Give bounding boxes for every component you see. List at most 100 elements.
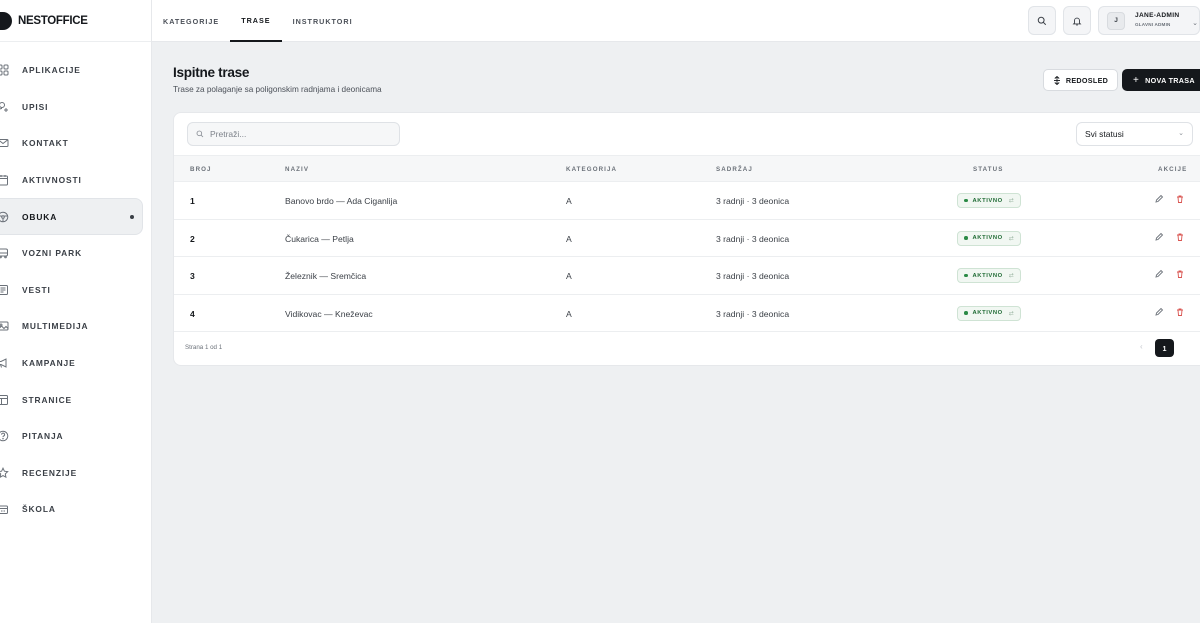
toggle-icon: ⇄ [1008, 198, 1015, 204]
user-role: GLAVNI ADMIN [1135, 22, 1171, 27]
bell-icon [1072, 17, 1082, 25]
row-name[interactable]: Banovo brdo — Ada Ciganlija [285, 196, 397, 206]
status-filter-select[interactable]: Svi statusi ⌄ [1076, 122, 1193, 146]
status-label: AKTIVNO [972, 310, 1003, 316]
sidebar: NESTOFFICE APLIKACIJE UPISI KONTAKT AKTI… [0, 0, 152, 623]
notifications-button[interactable] [1063, 6, 1091, 35]
user-menu[interactable]: J JANE-ADMIN GLAVNI ADMIN ⌄ [1098, 6, 1200, 35]
status-badge[interactable]: AKTIVNO ⇄ [957, 305, 1021, 321]
sidebar-item-kampanje[interactable]: KAMPANJE [0, 345, 143, 382]
routes-card: Svi statusi ⌄ BROJ NAZIV KATEGORIJA SADR… [173, 112, 1200, 366]
sidebar-item-label: VESTI [22, 284, 51, 295]
sidebar-item-aplikacije[interactable]: APLIKACIJE [0, 52, 143, 89]
sidebar-item-skola[interactable]: ŠKOLA [0, 491, 143, 528]
column-header-sadrzaj[interactable]: SADRŽAJ [716, 166, 753, 173]
sidebar-item-label: PITANJA [22, 431, 64, 442]
delete-trash-icon[interactable] [1175, 194, 1185, 204]
delete-trash-icon[interactable] [1175, 307, 1185, 317]
status-badge[interactable]: AKTIVNO ⇄ [957, 230, 1021, 246]
sidebar-item-recenzije[interactable]: RECENZIJE [0, 455, 143, 492]
topbar-actions: J JANE-ADMIN GLAVNI ADMIN ⌄ [1028, 6, 1200, 35]
chevron-left-icon[interactable]: ‹ [1140, 342, 1143, 351]
sidebar-item-upisi[interactable]: UPISI [0, 89, 143, 126]
sidebar-item-kontakt[interactable]: KONTAKT [0, 125, 143, 162]
row-name[interactable]: Vidikovac — Kneževac [285, 309, 373, 319]
sidebar-item-stranice[interactable]: STRANICE [0, 381, 143, 418]
news-icon [0, 284, 8, 295]
delete-trash-icon[interactable] [1175, 269, 1185, 279]
status-dot-icon [964, 198, 968, 203]
topbar: KATEGORIJE TRASE INSTRUKTORI J JANE-ADMI… [152, 0, 1200, 42]
brand-name-bold: NEST [18, 14, 48, 27]
edit-pencil-icon[interactable] [1154, 194, 1164, 204]
mail-icon [0, 139, 9, 148]
sidebar-item-label: APLIKACIJE [22, 65, 81, 76]
star-icon [0, 466, 9, 478]
tab-trase[interactable]: TRASE [230, 0, 282, 42]
sidebar-item-vozni-park[interactable]: VOZNI PARK [0, 235, 143, 272]
table-row[interactable]: 1 Banovo brdo — Ada Ciganlija A 3 radnji… [174, 182, 1200, 220]
tab-instruktori[interactable]: INSTRUKTORI [282, 0, 364, 42]
search-icon [1037, 16, 1047, 25]
row-content: 3 radnji · 3 deonica [716, 196, 790, 206]
sidebar-item-vesti[interactable]: VESTI [0, 272, 143, 309]
avatar: J [1107, 11, 1125, 30]
new-route-button[interactable]: + NOVA TRASA [1122, 69, 1200, 91]
table-row[interactable]: 4 Vidikovac — Kneževac A 3 radnji · 3 de… [174, 295, 1200, 332]
toggle-icon: ⇄ [1008, 273, 1015, 279]
sidebar-item-pitanja[interactable]: PITANJA [0, 418, 143, 455]
delete-trash-icon[interactable] [1175, 232, 1185, 242]
search-icon [196, 130, 204, 138]
column-header-kategorija[interactable]: KATEGORIJA [566, 166, 617, 173]
edit-pencil-icon[interactable] [1154, 307, 1164, 317]
status-label: AKTIVNO [972, 197, 1003, 204]
table-row[interactable]: 2 Čukarica — Petlja A 3 radnji · 3 deoni… [174, 220, 1200, 257]
page-icon [0, 394, 8, 405]
row-category: A [566, 233, 572, 244]
sidebar-item-label: MULTIMEDIJA [22, 321, 89, 332]
reorder-button[interactable]: REDOSLED [1043, 69, 1118, 91]
status-dot-icon [964, 311, 968, 315]
sidebar-item-obuka[interactable]: OBUKA [0, 198, 143, 235]
brand-name-rest: OFFICE [47, 14, 88, 27]
grid-icon [0, 64, 9, 76]
question-icon [0, 430, 9, 442]
sidebar-item-multimedija[interactable]: MULTIMEDIJA [0, 308, 143, 345]
row-number: 2 [190, 233, 195, 244]
status-dot-icon [964, 273, 968, 278]
search-input[interactable] [210, 129, 390, 139]
sidebar-item-aktivnosti[interactable]: AKTIVNOSTI [0, 162, 143, 199]
calendar-icon [0, 175, 8, 186]
sidebar-item-label: KAMPANJE [22, 358, 76, 369]
steering-wheel-icon [0, 211, 9, 222]
sidebar-item-label: UPISI [22, 101, 49, 112]
pagination-summary: Strana 1 od 1 [185, 344, 223, 351]
image-icon [0, 321, 9, 331]
sort-arrows-icon [1053, 75, 1060, 85]
row-name[interactable]: Čukarica — Petlja [285, 234, 354, 244]
row-number: 1 [190, 196, 195, 206]
edit-pencil-icon[interactable] [1154, 269, 1164, 279]
megaphone-icon [0, 358, 7, 368]
search-field[interactable] [187, 122, 400, 146]
column-header-status[interactable]: STATUS [973, 166, 1003, 173]
row-category: A [566, 271, 572, 281]
edit-pencil-icon[interactable] [1154, 232, 1164, 242]
pagination-page-button[interactable]: 1 [1155, 339, 1174, 357]
sidebar-item-label: OBUKA [22, 211, 58, 222]
column-header-broj[interactable]: BROJ [190, 166, 212, 173]
brand-logo[interactable]: NESTOFFICE [0, 0, 151, 42]
row-name[interactable]: Železnik — Sremčica [285, 271, 366, 281]
column-header-naziv[interactable]: NAZIV [285, 166, 309, 173]
tab-kategorije[interactable]: KATEGORIJE [152, 0, 230, 42]
table-row[interactable]: 3 Železnik — Sremčica A 3 radnji · 3 deo… [174, 257, 1200, 295]
table-header: BROJ NAZIV KATEGORIJA SADRŽAJ STATUS AKC… [174, 155, 1200, 182]
search-button[interactable] [1028, 6, 1056, 35]
sidebar-item-label: VOZNI PARK [22, 248, 83, 259]
row-content: 3 radnji · 3 deonica [716, 233, 790, 244]
sidebar-item-label: AKTIVNOSTI [22, 175, 82, 186]
status-dot-icon [964, 236, 968, 240]
toggle-icon: ⇄ [1008, 310, 1015, 317]
status-badge[interactable]: AKTIVNO ⇄ [957, 268, 1021, 283]
status-badge[interactable]: AKTIVNO ⇄ [957, 193, 1021, 208]
